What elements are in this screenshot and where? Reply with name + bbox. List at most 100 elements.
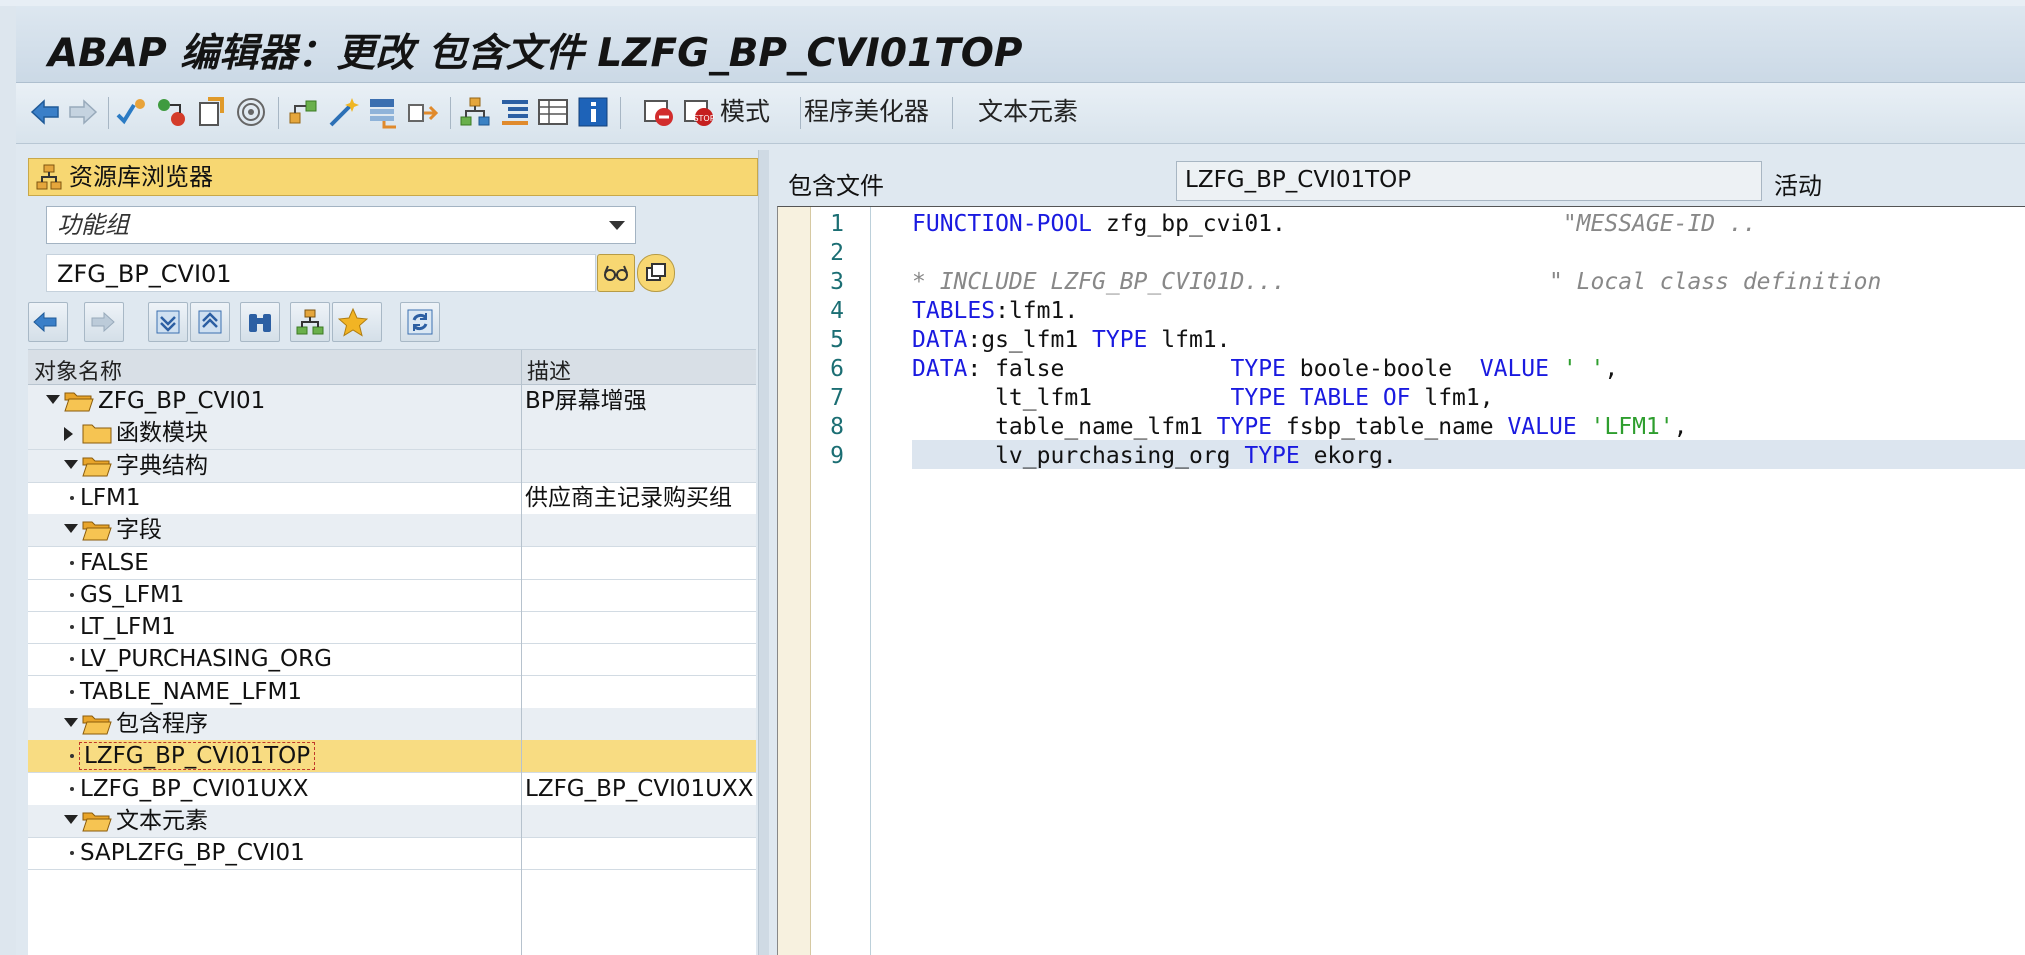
tree-node-label[interactable]: GS_LFM1 — [80, 582, 184, 608]
display-object-list-icon[interactable] — [286, 95, 320, 129]
repository-browser-header[interactable]: 资源库浏览器 — [28, 158, 758, 196]
hierarchy-button[interactable] — [290, 302, 330, 342]
tree-row[interactable]: SAPLZFG_BP_CVI01 — [28, 837, 756, 871]
line-number: 4 — [830, 298, 844, 324]
table-view-icon[interactable] — [536, 95, 570, 129]
leaf-bullet-icon — [70, 657, 74, 662]
code-line[interactable]: DATA: false TYPE boole-boole VALUE ' ', — [912, 355, 1618, 384]
pattern-button[interactable]: 模式 — [720, 95, 770, 129]
status-badge: 活动 — [1774, 172, 1822, 200]
forward-arrow-icon[interactable] — [66, 95, 100, 129]
application-toolbar: STOP 模式 程序美化器 文本元素 — [16, 83, 2025, 144]
splitter-handle[interactable] — [758, 150, 769, 955]
line-number: 5 — [830, 327, 844, 353]
include-label: 包含文件 — [788, 172, 884, 200]
activate-icon[interactable] — [194, 95, 228, 129]
tree-node-label[interactable]: LV_PURCHASING_ORG — [80, 646, 332, 672]
tree-row[interactable]: LV_PURCHASING_ORG — [28, 643, 756, 677]
find-button[interactable] — [240, 302, 280, 342]
tree-node-label[interactable]: 函数模块 — [116, 420, 208, 446]
tree-row[interactable]: 字段 — [28, 514, 756, 548]
text-elements-button[interactable]: 文本元素 — [978, 95, 1078, 129]
code-line[interactable]: TABLES:lfm1. — [912, 297, 1078, 326]
code-line[interactable]: * INCLUDE LZFG_BP_CVI01D... " Local clas… — [912, 268, 1881, 297]
tree-row[interactable]: 字典结构 — [28, 449, 756, 483]
code-token: lt_lfm1 — [912, 385, 1231, 411]
refresh-button[interactable] — [400, 302, 440, 342]
code-token: boole-boole — [1285, 356, 1480, 382]
open-folder-icon — [82, 521, 112, 541]
tree-node-label[interactable]: ZFG_BP_CVI01 — [98, 388, 265, 414]
where-used-icon[interactable] — [234, 95, 268, 129]
code-line[interactable]: table_name_lfm1 TYPE fsbp_table_name VAL… — [912, 413, 1687, 442]
column-header-description[interactable]: 描述 — [527, 354, 571, 386]
tree-row[interactable]: TABLE_NAME_LFM1 — [28, 676, 756, 709]
leaf-bullet-icon — [70, 786, 74, 791]
toggle-display-change-icon[interactable] — [154, 95, 188, 129]
collapse-all-button[interactable] — [190, 302, 230, 342]
tree-node-label[interactable]: LFM1 — [80, 485, 141, 511]
tree-node-label[interactable]: 字典结构 — [116, 453, 208, 479]
chevron-down-icon[interactable] — [609, 221, 625, 230]
expanded-node-icon[interactable] — [46, 395, 60, 404]
code-token: . — [1272, 211, 1286, 237]
expanded-node-icon[interactable] — [64, 459, 78, 469]
tree-node-label[interactable]: LZFG_BP_CVI01TOP — [78, 742, 316, 771]
info-icon[interactable] — [576, 95, 610, 129]
tree-row[interactable]: 函数模块 — [28, 417, 756, 451]
previous-object-button[interactable] — [28, 302, 68, 342]
window-title: ABAP 编辑器：更改 包含文件 LZFG_BP_CVI01TOP — [48, 31, 1023, 76]
expanded-node-icon[interactable] — [64, 718, 78, 727]
tree-node-label[interactable]: 包含程序 — [116, 711, 208, 737]
breakpoint-gutter[interactable] — [778, 207, 811, 955]
stop-breakpoint-icon[interactable]: STOP — [682, 95, 716, 129]
tree-row[interactable]: GS_LFM1 — [28, 579, 756, 612]
code-token: VALUE — [1479, 356, 1550, 382]
tree-row[interactable]: 包含程序 — [28, 708, 756, 741]
back-arrow-icon[interactable] — [28, 95, 62, 129]
insert-statement-icon[interactable] — [366, 95, 400, 129]
glasses-icon — [604, 265, 628, 281]
collapsed-node-icon[interactable] — [64, 427, 73, 442]
code-token: lv_purchasing_org — [912, 443, 1245, 469]
column-header-object-name[interactable]: 对象名称 — [34, 354, 122, 386]
favorites-button[interactable] — [332, 302, 382, 342]
other-object-button[interactable] — [637, 254, 675, 292]
tree-node-label[interactable]: LZFG_BP_CVI01UXX — [80, 776, 308, 802]
tree-node-label[interactable]: LT_LFM1 — [80, 614, 176, 640]
tree-row[interactable]: LT_LFM1 — [28, 611, 756, 645]
tree-node-label[interactable]: FALSE — [80, 550, 149, 576]
open-folder-icon — [82, 715, 112, 735]
object-name-input[interactable]: ZFG_BP_CVI01 — [46, 254, 596, 292]
tree-row[interactable]: LFM1 供应商主记录购买组 — [28, 482, 756, 515]
tree-node-label[interactable]: 文本元素 — [116, 808, 208, 834]
open-folder-icon — [64, 392, 94, 412]
tree-row[interactable]: LZFG_BP_CVI01UXX LZFG_BP_CVI01UXX — [28, 773, 756, 806]
expanded-node-icon[interactable] — [64, 814, 78, 824]
code-editor[interactable]: 1 2 3 4 5 6 7 8 9 FUNCTION-POOL zfg_bp_cvi01. "ME… — [777, 206, 2025, 955]
hierarchy-icon[interactable] — [458, 95, 492, 129]
tree-row[interactable]: LZFG_BP_CVI01TOP — [28, 740, 756, 774]
open-folder-icon — [82, 457, 112, 477]
tree-node-label[interactable]: TABLE_NAME_LFM1 — [80, 679, 302, 705]
expanded-node-icon[interactable] — [64, 524, 78, 534]
pretty-printer-button[interactable]: 程序美化器 — [804, 95, 929, 129]
magic-wand-icon[interactable] — [326, 95, 360, 129]
tree-node-label[interactable]: 字段 — [116, 517, 162, 543]
code-line[interactable]: FUNCTION-POOL zfg_bp_cvi01. "MESSAGE-ID … — [912, 210, 1757, 239]
tree-row[interactable]: FALSE — [28, 547, 756, 580]
code-line[interactable]: DATA:gs_lfm1 TYPE lfm1. — [912, 326, 1231, 355]
tree-row[interactable]: 文本元素 — [28, 804, 756, 838]
object-type-select[interactable]: 功能组 — [46, 206, 636, 244]
display-button[interactable] — [597, 254, 635, 292]
check-syntax-icon[interactable] — [114, 95, 148, 129]
indent-icon[interactable] — [498, 95, 532, 129]
tree-row[interactable]: ZFG_BP_CVI01 BP屏幕增强 — [28, 385, 756, 418]
code-line[interactable]: lv_purchasing_org TYPE ekorg. — [912, 442, 1397, 471]
next-object-button[interactable] — [84, 302, 124, 342]
set-breakpoint-icon[interactable] — [642, 95, 676, 129]
code-line[interactable]: lt_lfm1 TYPE TABLE OF lfm1, — [912, 384, 1494, 413]
tree-node-label[interactable]: SAPLZFG_BP_CVI01 — [80, 840, 305, 866]
expand-all-button[interactable] — [148, 302, 188, 342]
move-icon[interactable] — [406, 95, 440, 129]
